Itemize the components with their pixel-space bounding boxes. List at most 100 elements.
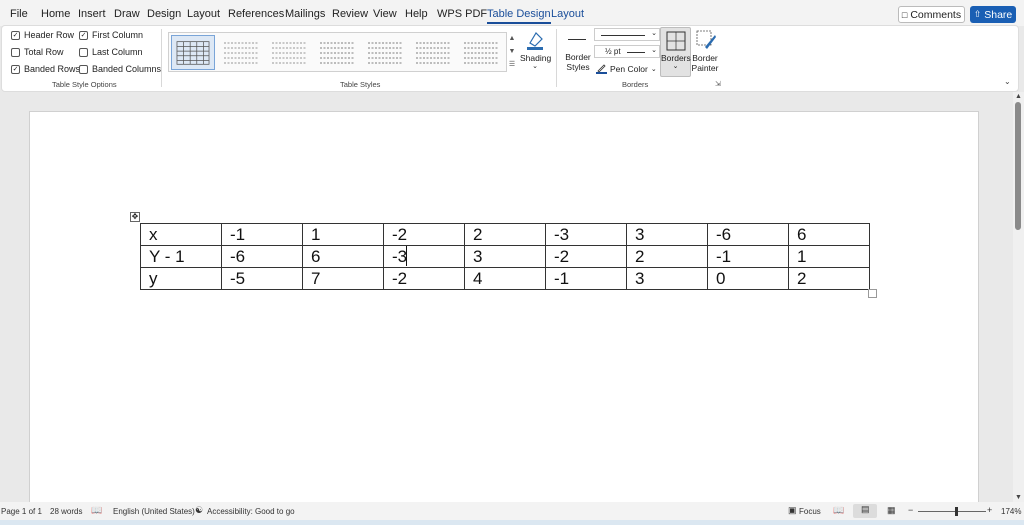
table-cell[interactable]: -1 [545, 267, 627, 290]
table-cell[interactable]: 4 [464, 267, 546, 290]
table-cell[interactable]: y [140, 267, 222, 290]
menu-table-layout[interactable]: Layout [551, 8, 584, 20]
accessibility-icon[interactable]: ☯ [195, 505, 203, 516]
data-table[interactable]: x -1 1 -2 2 -3 3 -6 6 Y - 1 -6 6 -3 3 -2… [140, 223, 870, 290]
menu-design[interactable]: Design [147, 8, 181, 20]
menu-wps-pdf[interactable]: WPS PDF [437, 8, 487, 20]
banded-columns-checkbox[interactable]: Banded Columns [79, 64, 161, 74]
focus-icon[interactable]: ▣ [788, 505, 797, 516]
table-style-thumbnail[interactable] [363, 35, 407, 70]
zoom-in-icon[interactable]: + [987, 505, 992, 515]
menu-view[interactable]: View [373, 8, 397, 20]
share-button[interactable]: ⇧ Share [970, 6, 1016, 23]
menu-insert[interactable]: Insert [78, 8, 106, 20]
comments-button[interactable]: □ Comments [898, 6, 965, 23]
zoom-slider[interactable] [918, 511, 986, 512]
table-cell[interactable]: -6 [221, 245, 303, 268]
table-style-thumbnail[interactable] [459, 35, 503, 70]
table-cell[interactable]: -2 [383, 267, 465, 290]
word-count[interactable]: 28 words [50, 507, 82, 516]
zoom-slider-thumb[interactable] [955, 507, 958, 516]
menu-mailings[interactable]: Mailings [285, 8, 325, 20]
banded-rows-checkbox[interactable]: ✓ Banded Rows [11, 64, 80, 74]
table-style-thumbnail[interactable] [315, 35, 359, 70]
menu-draw[interactable]: Draw [114, 8, 140, 20]
menu-file[interactable]: File [10, 8, 28, 20]
dialog-launcher-icon[interactable]: ⇲ [715, 80, 721, 88]
chevron-down-icon[interactable]: ⌄ [530, 62, 540, 70]
borders-button[interactable]: Borders ⌄ [660, 27, 691, 77]
border-painter-label[interactable]: Border Painter [690, 53, 720, 73]
shading-icon[interactable] [524, 29, 546, 51]
table-resize-handle[interactable] [868, 289, 877, 298]
read-mode-icon[interactable]: 📖 [833, 505, 844, 516]
table-cell[interactable]: -3 [383, 245, 465, 268]
menu-layout[interactable]: Layout [187, 8, 220, 20]
table-cell[interactable]: -2 [545, 245, 627, 268]
border-painter-icon[interactable] [695, 29, 717, 51]
borders-icon [666, 31, 686, 51]
table-cell[interactable]: -2 [383, 223, 465, 246]
table-style-thumbnail[interactable] [171, 35, 215, 70]
table-cell[interactable]: Y - 1 [140, 245, 222, 268]
collapse-ribbon-icon[interactable]: ⌄ [1004, 77, 1011, 86]
comment-icon: □ [901, 9, 908, 20]
print-layout-icon[interactable]: ▤ [853, 504, 877, 518]
menu-references[interactable]: References [228, 8, 284, 20]
table-styles-group-label: Table Styles [340, 80, 381, 89]
line-style-select[interactable]: ⌄ [594, 28, 660, 41]
table-cell[interactable]: 3 [464, 245, 546, 268]
header-row-checkbox[interactable]: ✓ Header Row [11, 30, 74, 40]
banded-rows-label: Banded Rows [24, 64, 81, 74]
zoom-level[interactable]: 174% [1001, 507, 1021, 516]
table-cell[interactable]: -5 [221, 267, 303, 290]
table-cell[interactable]: 1 [788, 245, 870, 268]
table-cell[interactable]: 3 [626, 267, 708, 290]
web-layout-icon[interactable]: ▦ [887, 505, 896, 516]
scroll-down-icon[interactable]: ▼ [507, 45, 517, 58]
menu-table-design[interactable]: Table Design [487, 8, 551, 24]
table-cell[interactable]: -3 [545, 223, 627, 246]
scroll-up-icon[interactable]: ▲ [507, 32, 517, 45]
table-cell[interactable]: 2 [788, 267, 870, 290]
table-cell[interactable]: 6 [788, 223, 870, 246]
total-row-checkbox[interactable]: Total Row [11, 47, 64, 57]
table-cell[interactable]: 3 [626, 223, 708, 246]
table-cell[interactable]: 1 [302, 223, 384, 246]
menu-review[interactable]: Review [332, 8, 368, 20]
accessibility-status[interactable]: Accessibility: Good to go [207, 507, 295, 516]
last-column-checkbox[interactable]: Last Column [79, 47, 143, 57]
page-count[interactable]: Page 1 of 1 [1, 507, 42, 516]
document-page[interactable] [29, 111, 979, 506]
pen-color-button[interactable]: Pen Color ⌄ [596, 63, 657, 74]
zoom-out-icon[interactable]: − [908, 505, 913, 515]
table-cell[interactable]: 0 [707, 267, 789, 290]
scroll-up-icon[interactable]: ▲ [1015, 93, 1022, 100]
table-cell[interactable]: 2 [464, 223, 546, 246]
table-cell[interactable]: -1 [707, 245, 789, 268]
gallery-scroll[interactable]: ▲ ▼ ☰ [506, 32, 517, 72]
table-style-thumbnail[interactable] [219, 35, 263, 70]
line-weight-select[interactable]: ½ pt ⌄ [594, 45, 660, 58]
table-move-handle-icon[interactable]: ✥ [130, 212, 140, 222]
first-column-checkbox[interactable]: ✓ First Column [79, 30, 143, 40]
scroll-down-icon[interactable]: ▼ [1015, 494, 1022, 501]
scrollbar-thumb[interactable] [1015, 102, 1021, 230]
table-style-thumbnail[interactable] [267, 35, 311, 70]
border-styles-label[interactable]: Border Styles [561, 52, 595, 72]
menu-home[interactable]: Home [41, 8, 70, 20]
table-cell[interactable]: 6 [302, 245, 384, 268]
menu-help[interactable]: Help [405, 8, 428, 20]
border-style-icon[interactable] [568, 39, 586, 40]
table-cell[interactable]: -1 [221, 223, 303, 246]
language-status[interactable]: English (United States) [113, 507, 195, 516]
table-cell[interactable]: x [140, 223, 222, 246]
table-cell[interactable]: -6 [707, 223, 789, 246]
table-cell[interactable]: 2 [626, 245, 708, 268]
proofing-icon[interactable]: 📖 [91, 505, 102, 516]
more-styles-icon[interactable]: ☰ [507, 58, 517, 71]
table-style-thumbnail[interactable] [411, 35, 455, 70]
table-cell[interactable]: 7 [302, 267, 384, 290]
focus-label[interactable]: Focus [799, 507, 821, 516]
taskbar-strip [0, 520, 1024, 525]
